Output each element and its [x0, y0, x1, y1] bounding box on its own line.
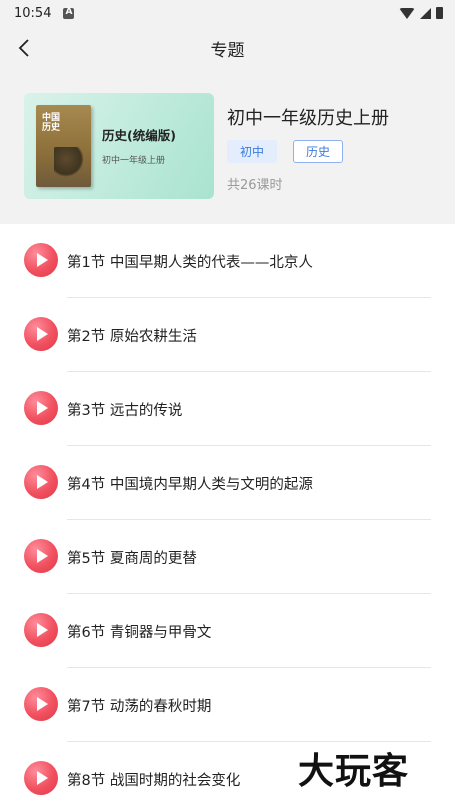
course-card: 中国历史 历史(统编版) 初中一年级上册 初中一年级历史上册 初中 历史 共26…	[0, 70, 455, 224]
lesson-item[interactable]: 第1节 中国早期人类的代表——北京人	[0, 224, 455, 298]
lesson-title: 第3节 远古的传说	[67, 403, 183, 419]
tag-grade: 初中	[227, 140, 278, 163]
cover-subtitle: 初中一年级上册	[102, 156, 166, 166]
notification-icon	[63, 7, 75, 19]
lesson-item[interactable]: 第2节 原始农耕生活	[0, 298, 455, 372]
lesson-count: 共26课时	[227, 178, 283, 193]
course-name: 初中一年级历史上册	[227, 108, 389, 129]
course-cover[interactable]: 中国历史 历史(统编版) 初中一年级上册	[24, 93, 214, 199]
wifi-icon	[399, 7, 415, 19]
status-icons	[399, 7, 443, 19]
tag-subject: 历史	[293, 140, 344, 163]
battery-icon	[436, 7, 443, 19]
play-icon[interactable]	[24, 761, 58, 795]
lesson-title: 第4节 中国境内早期人类与文明的起源	[67, 477, 313, 493]
signal-icon	[420, 7, 431, 19]
lesson-title: 第5节 夏商周的更替	[67, 551, 197, 567]
watermark-logo: 大玩客	[298, 751, 410, 792]
lesson-title: 第2节 原始农耕生活	[67, 329, 197, 345]
lesson-list: 第1节 中国早期人类的代表——北京人 第2节 原始农耕生活 第3节 远古的传说 …	[0, 224, 455, 810]
status-time: 10:54	[14, 5, 52, 21]
header: 专题	[0, 26, 455, 70]
play-icon[interactable]	[24, 613, 58, 647]
play-icon[interactable]	[24, 317, 58, 351]
play-icon[interactable]	[24, 687, 58, 721]
play-icon[interactable]	[24, 243, 58, 277]
play-icon[interactable]	[24, 391, 58, 425]
cover-title: 历史(统编版)	[102, 128, 176, 143]
book-cover-figures	[54, 147, 84, 177]
lesson-title: 第1节 中国早期人类的代表——北京人	[67, 255, 313, 271]
lesson-item[interactable]: 第7节 动荡的春秋时期	[0, 668, 455, 742]
lesson-title: 第6节 青铜器与甲骨文	[67, 625, 212, 641]
lesson-item[interactable]: 第3节 远古的传说	[0, 372, 455, 446]
lesson-item[interactable]: 第4节 中国境内早期人类与文明的起源	[0, 446, 455, 520]
play-icon[interactable]	[24, 465, 58, 499]
lesson-item[interactable]: 第6节 青铜器与甲骨文	[0, 594, 455, 668]
book-cover-title: 中国历史	[42, 113, 61, 133]
play-icon[interactable]	[24, 539, 58, 573]
lesson-title: 第7节 动荡的春秋时期	[67, 699, 212, 715]
lesson-item[interactable]: 第5节 夏商周的更替	[0, 520, 455, 594]
lesson-title: 第8节 战国时期的社会变化	[67, 773, 241, 789]
book-cover-image: 中国历史	[36, 105, 91, 187]
status-bar: 10:54	[0, 0, 455, 26]
page-title: 专题	[210, 41, 245, 61]
